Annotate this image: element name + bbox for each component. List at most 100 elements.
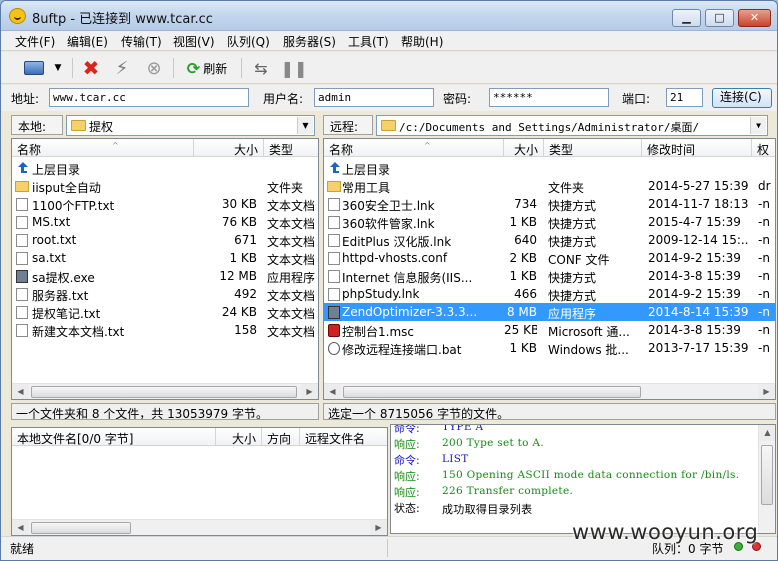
refresh-button[interactable]: ⟳ 刷新 xyxy=(179,56,235,80)
scroll-right-icon[interactable]: ▶ xyxy=(370,520,387,535)
remote-col-perm[interactable]: 权 xyxy=(752,139,775,157)
minimize-button[interactable]: ▁ xyxy=(672,9,701,27)
local-col-size[interactable]: 大小 xyxy=(194,139,264,157)
log-key: 响应: xyxy=(394,486,420,499)
menu-edit[interactable]: 编辑(E) xyxy=(67,33,108,50)
log-value: LIST xyxy=(442,453,469,465)
local-file-row[interactable]: sa.txt 1 KB 文本文档 xyxy=(12,249,318,267)
log-value: 226 Transfer complete. xyxy=(442,485,574,497)
remote-file-row[interactable]: EditPlus 汉化版.lnk 640 快捷方式 2009-12-14 15:...… xyxy=(324,231,775,249)
file-icon xyxy=(16,288,28,301)
username-input[interactable]: admin xyxy=(314,88,434,107)
local-file-row[interactable]: 1100个FTP.txt 30 KB 文本文档 xyxy=(12,195,318,213)
local-file-row[interactable]: 上层目录 xyxy=(12,159,318,177)
remote-file-row[interactable]: httpd-vhosts.conf 2 KB CONF 文件 2014-9-2 15:… xyxy=(324,249,775,267)
remote-col-type[interactable]: 类型 xyxy=(544,139,642,157)
remote-file-row[interactable]: 360软件管家.lnk 1 KB 快捷方式 2015-4-7 15:39 -n xyxy=(324,213,775,231)
sort-arrow-icon: ^ xyxy=(112,141,119,150)
log-key: 命令: xyxy=(394,424,420,435)
file-icon xyxy=(328,198,340,211)
remote-file-row[interactable]: 360安全卫士.lnk 734 快捷方式 2014-11-7 18:13 -n xyxy=(324,195,775,213)
file-type: 快捷方式 xyxy=(548,289,597,303)
menu-file[interactable]: 文件(F) xyxy=(15,33,55,50)
remote-file-row[interactable]: phpStudy.lnk 466 快捷方式 2014-9-2 15:39 -n xyxy=(324,285,775,303)
remote-col-size[interactable]: 大小 xyxy=(504,139,544,157)
chevron-down-icon[interactable]: ▼ xyxy=(750,117,766,134)
remote-file-row[interactable]: 常用工具 文件夹 2014-5-27 15:39 dr xyxy=(324,177,775,195)
connect-button[interactable]: 连接(C) xyxy=(712,88,772,108)
local-file-row[interactable]: 服务器.txt 492 文本文档 xyxy=(12,285,318,303)
scroll-left-icon[interactable]: ◀ xyxy=(12,520,29,535)
chevron-down-icon[interactable]: ▼ xyxy=(297,117,313,134)
file-type: 文本文档 xyxy=(267,289,316,303)
toolbar-separator xyxy=(72,58,73,78)
remote-file-row[interactable]: ZendOptimizer-3.3.3... 8 MB 应用程序 2014-8-14 … xyxy=(324,303,775,321)
scroll-right-icon[interactable]: ▶ xyxy=(301,384,318,399)
application-icon xyxy=(16,270,28,283)
scroll-thumb[interactable] xyxy=(31,522,131,534)
file-size: 76 KB xyxy=(221,215,257,229)
scroll-thumb[interactable] xyxy=(343,386,641,398)
menu-tools[interactable]: 工具(T) xyxy=(348,33,389,50)
log-key: 命令: xyxy=(394,454,420,467)
remote-file-row[interactable]: Internet 信息服务(IIS... 1 KB 快捷方式 2014-3-8 15:… xyxy=(324,267,775,285)
file-modified: 2014-3-8 15:39 xyxy=(648,269,741,283)
maximize-button[interactable]: □ xyxy=(705,9,734,27)
file-type: 应用程序 xyxy=(267,271,316,285)
file-type: CONF 文件 xyxy=(548,253,610,267)
menu-help[interactable]: 帮助(H) xyxy=(401,33,443,50)
close-button[interactable]: ✕ xyxy=(738,9,771,27)
file-size: 466 xyxy=(514,287,537,301)
queue-col-direction[interactable]: 方向 xyxy=(262,428,300,446)
red-x-icon: ✖ xyxy=(82,56,100,80)
password-input[interactable]: ****** xyxy=(489,88,609,107)
address-input[interactable]: www.tcar.cc xyxy=(49,88,249,107)
file-modified: 2014-5-27 15:39 xyxy=(648,179,748,193)
file-name: 1100个FTP.txt xyxy=(32,199,115,213)
remote-file-row[interactable]: 修改远程连接端口.bat 1 KB Windows 批... 2013-7-17 15… xyxy=(324,339,775,357)
scroll-left-icon[interactable]: ◀ xyxy=(324,384,341,399)
pause-button[interactable]: ❚❚ xyxy=(281,56,308,80)
queue-col-size[interactable]: 大小 xyxy=(216,428,262,446)
file-icon xyxy=(328,270,340,283)
reconnect-button[interactable]: ⚡ xyxy=(109,56,135,80)
local-file-row[interactable]: root.txt 671 文本文档 xyxy=(12,231,318,249)
scroll-right-icon[interactable]: ▶ xyxy=(758,384,775,399)
local-file-row[interactable]: 新建文本文档.txt 158 文本文档 xyxy=(12,321,318,339)
queue-col-local[interactable]: 本地文件名[0/0 字节] xyxy=(12,428,216,446)
scroll-thumb[interactable] xyxy=(31,386,297,398)
menu-transfer[interactable]: 传输(T) xyxy=(121,33,162,50)
file-size: 1 KB xyxy=(509,269,537,283)
scroll-up-icon[interactable]: ▲ xyxy=(759,425,775,441)
local-file-row[interactable]: sa提权.exe 12 MB 应用程序 xyxy=(12,267,318,285)
disconnect-button[interactable]: ✖ xyxy=(78,56,104,80)
file-name: 上层目录 xyxy=(32,163,81,177)
site-manager-button[interactable] xyxy=(21,56,47,80)
remote-file-row[interactable]: 上层目录 xyxy=(324,159,775,177)
local-hscrollbar[interactable]: ◀ ▶ xyxy=(12,383,318,399)
menu-server[interactable]: 服务器(S) xyxy=(283,33,336,50)
stop-button[interactable]: ⊗ xyxy=(141,56,167,80)
queue-hscrollbar[interactable]: ◀ ▶ xyxy=(12,519,387,535)
menu-queue[interactable]: 队列(Q) xyxy=(227,33,270,50)
local-file-row[interactable]: iisput全自动 文件夹 xyxy=(12,177,318,195)
port-input[interactable]: 21 xyxy=(666,88,703,107)
scroll-thumb[interactable] xyxy=(761,445,773,505)
menu-view[interactable]: 视图(V) xyxy=(173,33,215,50)
local-col-type[interactable]: 类型 xyxy=(264,139,318,157)
local-file-row[interactable]: MS.txt 76 KB 文本文档 xyxy=(12,213,318,231)
log-vscrollbar[interactable]: ▲ xyxy=(758,425,775,533)
local-path-combo[interactable]: 提权 ▼ xyxy=(66,115,315,136)
local-col-name[interactable]: 名称 ^ xyxy=(12,139,194,157)
remote-col-date[interactable]: 修改时间 xyxy=(642,139,752,157)
site-dropdown-button[interactable]: ▼ xyxy=(49,56,67,80)
transfer-queue-button[interactable]: ⇆ xyxy=(248,56,274,80)
remote-hscrollbar[interactable]: ◀ ▶ xyxy=(324,383,775,399)
remote-col-name[interactable]: 名称 ^ xyxy=(324,139,504,157)
queue-col-remote[interactable]: 远程文件名 xyxy=(300,428,387,446)
local-file-row[interactable]: 提权笔记.txt 24 KB 文本文档 xyxy=(12,303,318,321)
file-size: 25 KB xyxy=(504,323,537,337)
remote-path-combo[interactable]: /c:/Documents and Settings/Administrator… xyxy=(376,115,768,136)
remote-file-row[interactable]: 控制台1.msc 25 KB Microsoft 通... 2014-3-8 15:3… xyxy=(324,321,775,339)
scroll-left-icon[interactable]: ◀ xyxy=(12,384,29,399)
